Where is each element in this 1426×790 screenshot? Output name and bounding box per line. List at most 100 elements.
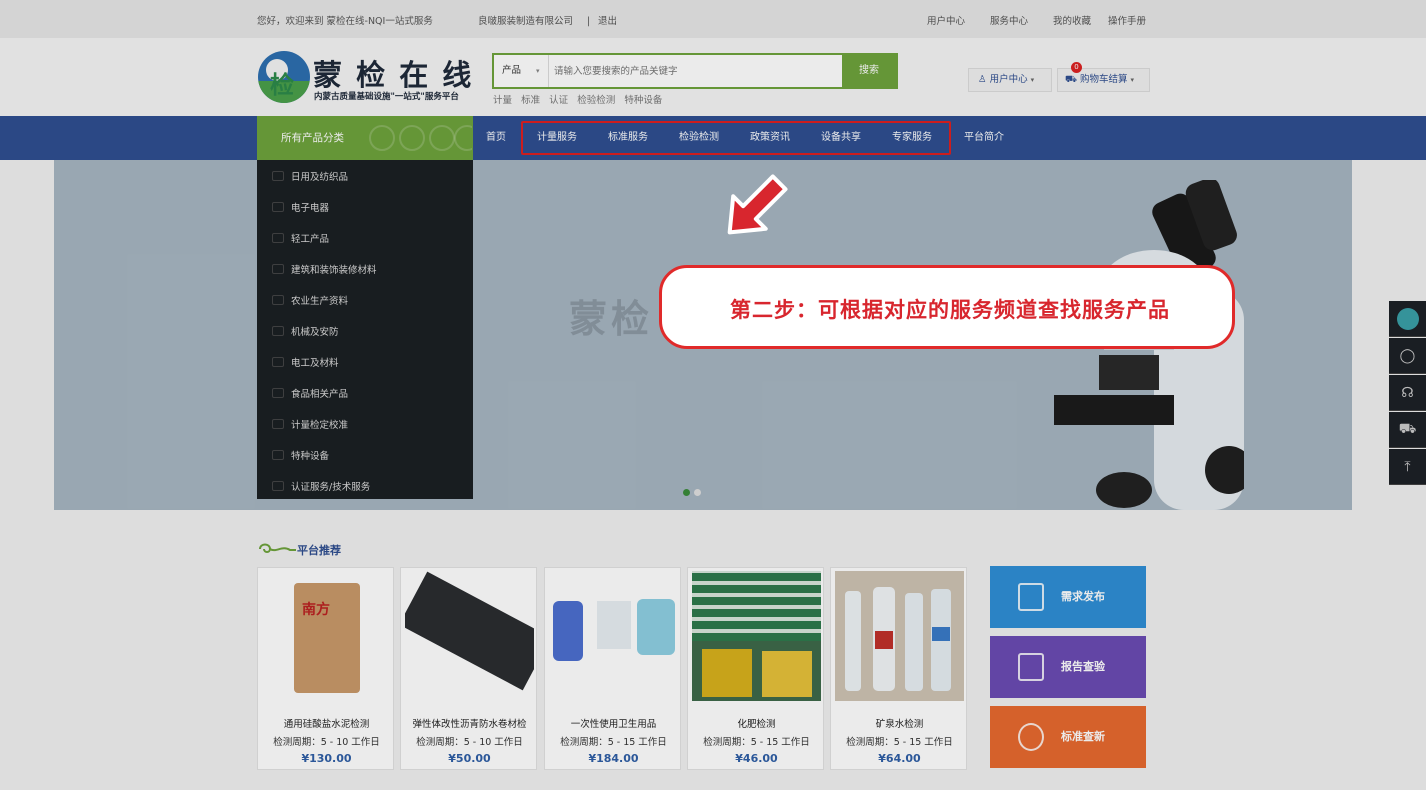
product-image: 南方: [262, 571, 391, 701]
category-item[interactable]: 农业生产资料: [257, 284, 473, 315]
product-card[interactable]: 化肥检测 检测周期：5 - 15 工作日 ¥46.00: [687, 567, 824, 770]
hot-keyword[interactable]: 认证: [549, 95, 568, 106]
search-input[interactable]: [554, 57, 834, 85]
search-category[interactable]: 产品: [502, 55, 521, 87]
chat-icon[interactable]: ◯: [1389, 338, 1426, 374]
category-item[interactable]: 食品相关产品: [257, 377, 473, 408]
product-card[interactable]: 矿泉水检测 检测周期：5 - 15 工作日 ¥64.00: [830, 567, 967, 770]
certificate-icon: [272, 480, 284, 491]
report-verify-button[interactable]: 报告查验: [990, 636, 1146, 698]
hot-keywords: 计量 标准 认证 检验检测 特种设备: [493, 92, 662, 106]
cart-count-badge: 0: [1071, 62, 1082, 73]
swirl-icon: [258, 541, 298, 557]
headset-icon[interactable]: ☊: [1389, 375, 1426, 411]
arrow-icon: [727, 174, 788, 235]
product-name: 矿泉水检测: [875, 719, 924, 730]
product-name: 化肥检测: [737, 719, 776, 730]
category-item[interactable]: 特种设备: [257, 439, 473, 470]
product-price: ¥50.00: [448, 752, 491, 765]
logo-subtitle: 内蒙古质量基础设施"一站式"服务平台: [314, 92, 459, 102]
category-item[interactable]: 建筑和装饰装修材料: [257, 253, 473, 284]
document-icon: [1018, 583, 1044, 611]
category-item[interactable]: 计量检定校准: [257, 408, 473, 439]
product-cycle: 检测周期：5 - 15 工作日: [846, 737, 953, 748]
report-verify-label: 报告查验: [1061, 660, 1105, 673]
search-icon: [1018, 723, 1044, 751]
hot-keyword[interactable]: 标准: [521, 95, 540, 106]
product-price: ¥64.00: [878, 752, 921, 765]
category-sidebar: 日用及纺织品 电子电器 轻工产品 建筑和装饰装修材料 农业生产资料 机械及安防 …: [257, 160, 473, 499]
category-label: 农业生产资料: [291, 295, 349, 307]
gauge-icon: [272, 418, 284, 429]
product-image: [692, 571, 821, 701]
phone-icon: [272, 201, 284, 212]
category-label: 认证服务/技术服务: [291, 481, 371, 493]
cart-icon[interactable]: ⛟: [1389, 412, 1426, 448]
standard-search-label: 标准查新: [1061, 730, 1105, 743]
calendar-icon: [272, 294, 284, 305]
category-label: 电工及材料: [291, 357, 339, 369]
nav-about[interactable]: 平台简介: [964, 116, 1004, 160]
avatar[interactable]: [1389, 301, 1426, 337]
product-cycle: 检测周期：5 - 10 工作日: [416, 737, 523, 748]
category-item[interactable]: 日用及纺织品: [257, 160, 473, 191]
category-label: 特种设备: [291, 450, 330, 462]
product-card[interactable]: 一次性使用卫生用品 检测周期：5 - 15 工作日 ¥184.00: [544, 567, 681, 770]
shirt-icon: [272, 170, 284, 181]
all-categories-button[interactable]: 所有产品分类: [257, 116, 473, 160]
chevron-down-icon: ▾: [1130, 76, 1135, 84]
hot-keyword[interactable]: 检验检测: [577, 95, 615, 106]
search-box: 产品 ▾ 搜索: [492, 53, 898, 89]
user-center-button[interactable]: ♙ 用户中心 ▾: [968, 68, 1052, 92]
category-label: 轻工产品: [291, 233, 330, 245]
search-button[interactable]: 搜索: [842, 55, 896, 87]
power-icon: [272, 356, 284, 367]
category-item[interactable]: 电工及材料: [257, 346, 473, 377]
product-price: ¥184.00: [588, 752, 639, 765]
back-to-top-icon[interactable]: ⤒: [1389, 449, 1426, 485]
category-item[interactable]: 机械及安防: [257, 315, 473, 346]
all-categories-label: 所有产品分类: [281, 132, 344, 144]
tutorial-callout: 第二步：可根据对应的服务频道查找服务产品: [659, 265, 1235, 349]
toggle-icon: [272, 325, 284, 336]
user-center-label: 用户中心: [989, 74, 1028, 85]
product-price: ¥130.00: [301, 752, 352, 765]
product-card[interactable]: 弹性体改性沥青防水卷材检 检测周期：5 - 10 工作日 ¥50.00: [400, 567, 537, 770]
category-label: 建筑和装饰装修材料: [291, 264, 377, 276]
product-cycle: 检测周期：5 - 15 工作日: [560, 737, 667, 748]
device-icon: [272, 449, 284, 460]
pattern-decoration: [369, 125, 472, 151]
product-card[interactable]: 南方 通用硅酸盐水泥检测 检测周期：5 - 10 工作日 ¥130.00: [257, 567, 394, 770]
category-label: 计量检定校准: [291, 419, 349, 431]
chevron-down-icon: ▾: [536, 67, 540, 75]
food-icon: [272, 387, 284, 398]
carousel-dot-active[interactable]: [683, 489, 690, 496]
hot-keyword[interactable]: 计量: [493, 95, 512, 106]
product-price: ¥46.00: [735, 752, 778, 765]
nav-home[interactable]: 首页: [486, 116, 506, 160]
category-label: 机械及安防: [291, 326, 339, 338]
demand-publish-button[interactable]: 需求发布: [990, 566, 1146, 628]
main-nav: 所有产品分类 首页 计量服务 标准服务 检验检测 政策资讯 设备共享 专家服务 …: [0, 116, 1426, 160]
product-image: [549, 571, 678, 701]
product-image: [835, 571, 964, 701]
product-name: 一次性使用卫生用品: [570, 719, 657, 730]
logo-icon[interactable]: 检: [258, 51, 310, 103]
highlight-box: [521, 121, 951, 155]
category-item[interactable]: 电子电器: [257, 191, 473, 222]
logo-badge: 检: [270, 71, 294, 99]
category-item[interactable]: 轻工产品: [257, 222, 473, 253]
product-name: 通用硅酸盐水泥检测: [283, 719, 370, 730]
logo-title: 蒙 检 在 线: [313, 58, 474, 92]
box-icon: [272, 232, 284, 243]
hot-keyword[interactable]: 特种设备: [624, 95, 662, 106]
category-item[interactable]: 认证服务/技术服务: [257, 470, 473, 501]
standard-search-button[interactable]: 标准查新: [990, 706, 1146, 768]
cart-button[interactable]: ⛟ 购物车结算 ▾: [1057, 68, 1150, 92]
top-bar: 您好，欢迎来到 蒙检在线-NQI一站式服务 良啵服装制造有限公司 | 退出 用户…: [0, 0, 1426, 38]
demand-publish-label: 需求发布: [1061, 590, 1105, 603]
cart-icon: ⛟: [1065, 74, 1077, 85]
product-cycle: 检测周期：5 - 15 工作日: [703, 737, 810, 748]
carousel-dot[interactable]: [694, 489, 701, 496]
callout-text: 第二步：可根据对应的服务频道查找服务产品: [730, 298, 1170, 322]
